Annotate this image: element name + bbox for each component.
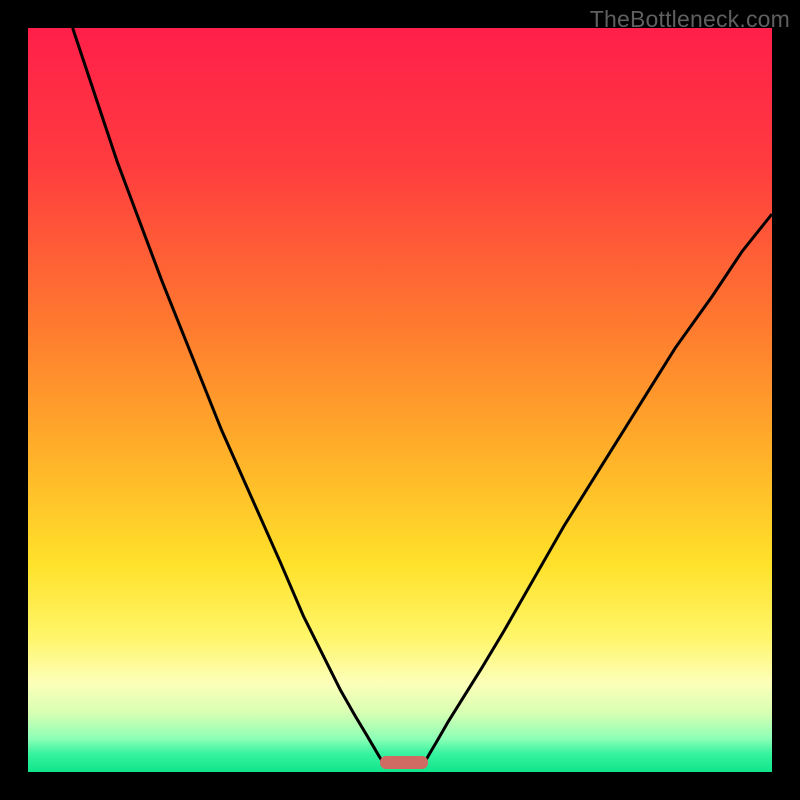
chart-frame: TheBottleneck.com: [0, 0, 800, 800]
bottleneck-marker: [380, 756, 428, 769]
plot-area: [28, 28, 772, 772]
right-curve-path: [421, 214, 772, 768]
curve-layer: [28, 28, 772, 772]
left-curve-path: [73, 28, 388, 768]
